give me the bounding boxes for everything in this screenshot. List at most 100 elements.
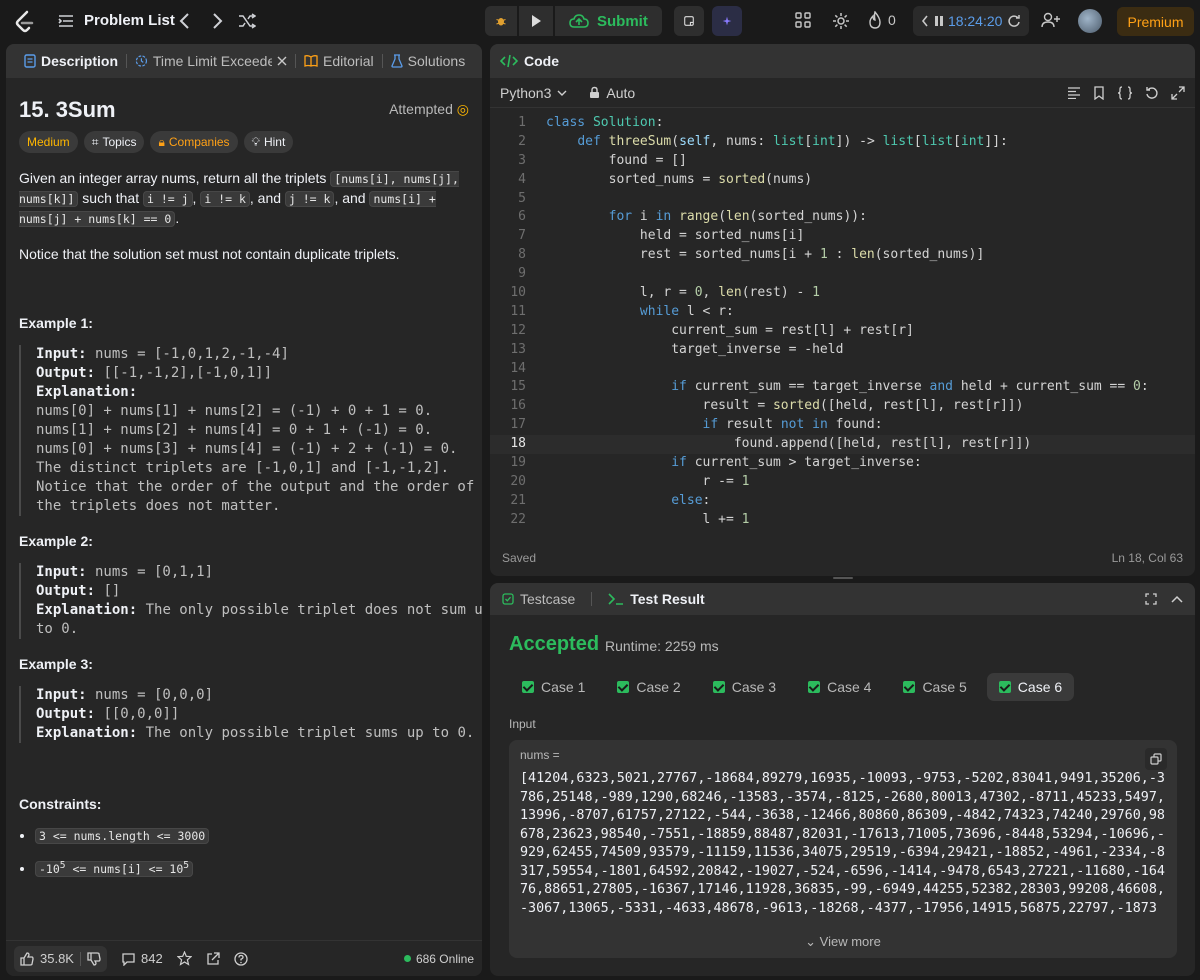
code-line[interactable]: 5	[490, 190, 1195, 209]
explanation-line: The only possible triplet does not sum u…	[137, 602, 482, 618]
code-line[interactable]: 9	[490, 265, 1195, 284]
copy-icon[interactable]	[1145, 748, 1167, 770]
line-source: current_sum = rest[l] + rest[r]	[546, 322, 914, 338]
case-tab[interactable]: Case 1	[510, 673, 597, 701]
constraint-code: 3 <= nums.length <= 3000	[35, 828, 210, 844]
expand-icon[interactable]	[1171, 85, 1185, 100]
reset-code-icon[interactable]	[1145, 86, 1159, 100]
thumbs-down-icon[interactable]	[87, 951, 101, 966]
code-line[interactable]: 17 if result not in found:	[490, 416, 1195, 435]
resize-handle[interactable]	[833, 577, 853, 579]
code-line[interactable]: 10 l, r = 0, len(rest) - 1	[490, 284, 1195, 303]
braces-icon[interactable]	[1117, 85, 1133, 100]
premium-button[interactable]: Premium	[1117, 7, 1194, 36]
maximize-icon[interactable]	[1145, 593, 1157, 605]
streak-counter[interactable]: 0	[868, 11, 896, 29]
code-editor[interactable]: 1 class Solution: 2 def threeSum(self, num…	[490, 108, 1195, 528]
code-line[interactable]: 3 found = []	[490, 152, 1195, 171]
line-source: l += 1	[546, 511, 750, 527]
format-icon[interactable]	[1067, 86, 1081, 99]
help-icon[interactable]	[234, 951, 248, 966]
companies-label: Companies	[168, 134, 230, 149]
code-line[interactable]: 6 for i in range(len(sorted_nums)):	[490, 208, 1195, 227]
code-line[interactable]: 20 r -= 1	[490, 473, 1195, 492]
tab-solutions[interactable]: Solutions	[383, 53, 474, 69]
close-tab-icon[interactable]	[277, 56, 287, 66]
add-friend-icon[interactable]	[1041, 12, 1061, 28]
code-line[interactable]: 4 sorted_nums = sorted(nums)	[490, 171, 1195, 190]
share-icon[interactable]	[206, 951, 220, 966]
ai-sparkle-icon[interactable]	[711, 6, 742, 36]
settings-gear-icon[interactable]	[832, 12, 850, 30]
code-line[interactable]: 2 def threeSum(self, nums: list[int]) ->…	[490, 133, 1195, 152]
code-line[interactable]: 16 result = sorted([held, rest[l], rest[…	[490, 397, 1195, 416]
chevron-left-icon[interactable]	[921, 15, 929, 27]
view-more-button[interactable]: ⌄ View more	[509, 934, 1177, 950]
explanation-line: Notice that the order of the output and …	[36, 479, 475, 495]
line-number: 18	[510, 436, 526, 452]
code-line[interactable]: 14	[490, 360, 1195, 379]
check-icon	[712, 681, 725, 693]
notes-icon[interactable]	[673, 6, 704, 36]
auto-mode-toggle[interactable]: Auto	[589, 85, 635, 101]
line-number: 5	[518, 190, 526, 206]
prev-problem-chevron-left-icon[interactable]	[178, 12, 192, 30]
reset-icon[interactable]	[1007, 14, 1021, 28]
tab-description[interactable]: Description	[16, 53, 126, 69]
attempted-status: Attempted ◎	[389, 100, 469, 119]
leetcode-logo-icon[interactable]	[12, 9, 38, 35]
tab-description-label: Description	[41, 53, 119, 69]
code-line[interactable]: 15 if current_sum == target_inverse and …	[490, 378, 1195, 397]
code-line[interactable]: 11 while l < r:	[490, 303, 1195, 322]
difficulty-badge[interactable]: Medium	[19, 131, 78, 153]
bookmark-icon[interactable]	[1093, 85, 1105, 100]
random-shuffle-icon[interactable]	[238, 13, 256, 29]
code-line[interactable]: 18 found.append([held, rest[l], rest[r]]…	[490, 435, 1195, 455]
code-line[interactable]: 19 if current_sum > target_inverse:	[490, 454, 1195, 473]
output-value: [[-1,-1,2],[-1,0,1]]	[95, 365, 273, 381]
problem-list-button[interactable]: Problem List	[58, 12, 175, 29]
run-play-icon[interactable]	[519, 6, 553, 36]
tab-test-result[interactable]: Test Result	[608, 591, 705, 607]
code-line[interactable]: 12 current_sum = rest[l] + rest[r]	[490, 322, 1195, 341]
tab-divider	[591, 592, 593, 606]
next-problem-chevron-right-icon[interactable]	[210, 12, 224, 30]
case-tab[interactable]: Case 5	[891, 673, 978, 701]
star-icon[interactable]	[176, 951, 192, 966]
case-tab[interactable]: Case 2	[605, 673, 692, 701]
debug-bug-icon[interactable]	[485, 6, 517, 36]
explanation-line: the triplets does not matter.	[36, 498, 281, 514]
timer[interactable]: 18:24:20	[913, 6, 1029, 36]
case-tab[interactable]: Case 6	[986, 673, 1075, 701]
code-line[interactable]: 13 target_inverse = -held	[490, 341, 1195, 360]
code-line[interactable]: 7 held = sorted_nums[i]	[490, 227, 1195, 246]
thumbs-up-icon[interactable]	[20, 951, 34, 966]
code-line[interactable]: 1 class Solution:	[490, 114, 1195, 133]
tab-time-limit-exceeded[interactable]: Time Limit Exceeded	[127, 53, 295, 69]
layout-grid-icon[interactable]	[795, 12, 811, 28]
case-tab[interactable]: Case 3	[701, 673, 788, 701]
line-source: found.append([held, rest[l], rest[r]])	[546, 436, 1032, 452]
line-number: 1	[518, 115, 526, 130]
line-source: l, r = 0, len(rest) - 1	[546, 285, 820, 301]
user-avatar[interactable]	[1078, 9, 1102, 33]
companies-tag[interactable]: 🔒︎ Companies	[150, 131, 238, 153]
code-line[interactable]: 21 else:	[490, 492, 1195, 511]
hint-tag[interactable]: 💡︎ Hint	[243, 131, 294, 153]
testcase-label: Testcase	[520, 591, 576, 607]
code-line[interactable]: 8 rest = sorted_nums[i + 1 : len(sorted_…	[490, 246, 1195, 265]
input-label: Input:	[36, 687, 87, 703]
flask-icon	[390, 54, 403, 68]
code-line[interactable]: 22 l += 1	[490, 511, 1195, 528]
output-value: [[0,0,0]]	[95, 706, 180, 722]
explanation-line: nums[0] + nums[3] + nums[4] = (-1) + 2 +…	[36, 441, 458, 457]
topics-tag[interactable]: ⌗ Topics	[83, 131, 145, 153]
case-tab[interactable]: Case 4	[796, 673, 883, 701]
collapse-chevron-up-icon[interactable]	[1171, 595, 1183, 603]
tab-testcase[interactable]: Testcase	[502, 591, 575, 607]
tab-editorial[interactable]: Editorial	[296, 53, 382, 69]
pause-icon[interactable]	[934, 15, 944, 27]
submit-button[interactable]: Submit	[555, 6, 662, 36]
language-select[interactable]: Python3	[500, 85, 567, 101]
comments-button[interactable]: 842	[121, 951, 163, 966]
